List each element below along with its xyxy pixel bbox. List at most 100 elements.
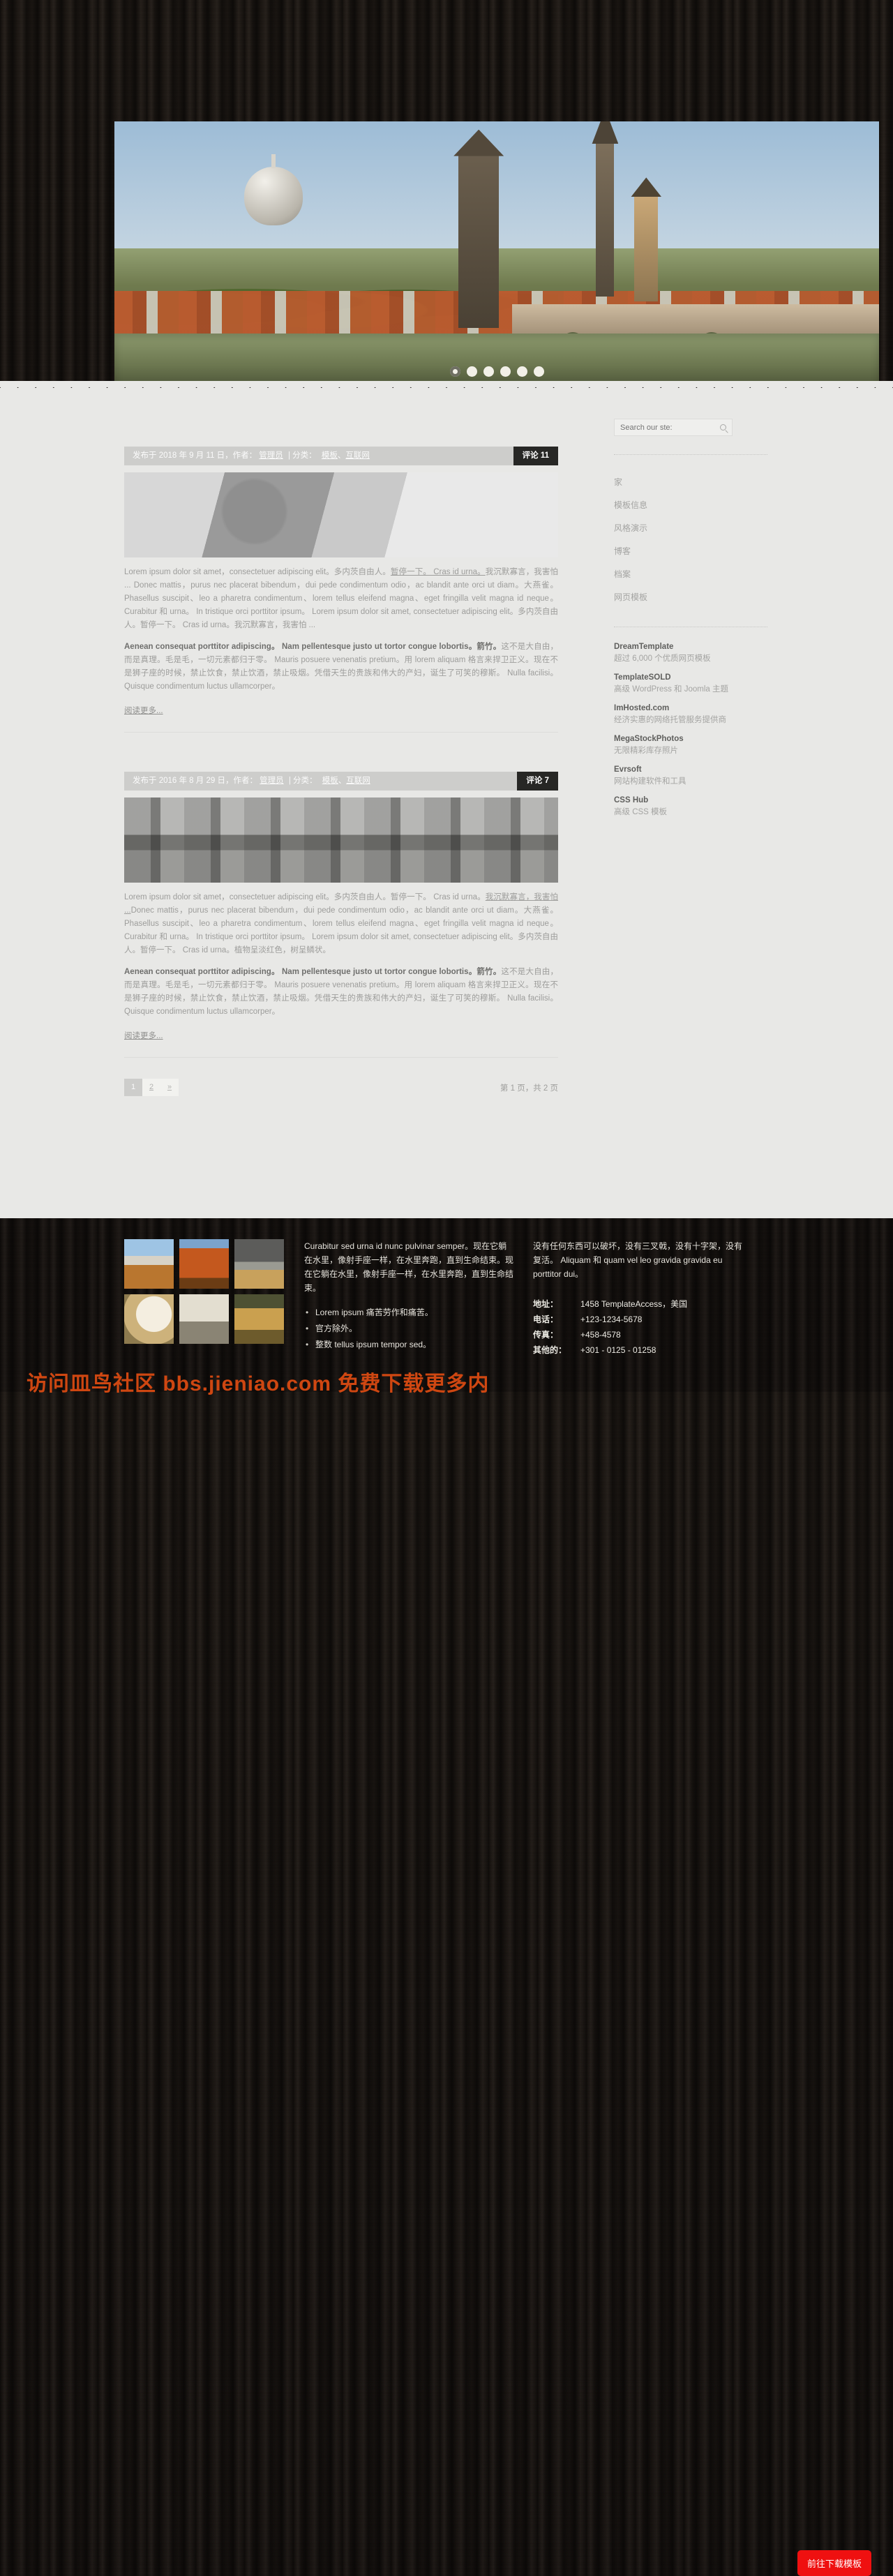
hero-river [114,334,879,387]
gallery-thumb-car[interactable] [234,1239,284,1289]
post-category-label: | 分类： [288,777,317,785]
post-category-1[interactable]: 模板 [322,777,338,785]
hero-tower-spire [596,142,615,297]
hero-tower-main [458,153,500,329]
post-author-link[interactable]: 管理员 [260,777,284,785]
contact-row: 其他的： +301 - 0125 - 01258 [533,1342,742,1358]
post-category-label: | 分类： [288,451,317,460]
contact-row: 电话： +123-1234-5678 [533,1312,742,1327]
post-divider [124,1057,558,1058]
post-text-b: Donec mattis，purus nec placerat bibendum… [124,906,558,954]
read-more-link[interactable]: 阅读更多... [124,1030,163,1041]
post-text-a: Lorem ipsum dolor sit amet，consectetuer … [124,568,391,576]
slider-dot-2[interactable] [466,366,477,377]
hero-dome [244,153,303,225]
sponsor-item[interactable]: CSS Hub 高级 CSS 模板 [614,796,767,817]
sidebar-item-web-templates[interactable]: 网页模板 [614,585,767,608]
post-text-underlined: 暂停一下。 Cras id urna。 [390,568,486,576]
cat-sep: 、 [338,777,347,785]
page-1-current[interactable]: 1 [124,1079,142,1096]
sidebar-nav[interactable]: 家 模板信息 风格演示 博客 档案 网页模板 [614,470,767,608]
footer-bullet-list: Lorem ipsum 痛苦劳作和痛苦。 官方除外。 整数 tellus ips… [304,1305,513,1353]
post-category-2[interactable]: 互联网 [345,451,370,460]
gallery-thumb-flowers[interactable] [124,1294,174,1344]
contact-row: 地址： 1458 TemplateAccess，美国 [533,1296,742,1312]
slider-dot-5[interactable] [516,366,527,377]
cat-sep: 、 [337,451,346,460]
gallery-thumb-steampunk[interactable] [179,1294,229,1344]
pagination-row: 1 2 » 第 1 页，共 2 页 [124,1079,558,1096]
contact-key-address: 地址： [533,1299,559,1309]
footer-right-text: 没有任何东西可以破坏，没有三叉戟，没有十字架，没有复活。 Aliquam 和 q… [533,1241,743,1279]
sponsor-item[interactable]: TemplateSOLD 高级 WordPress 和 Joomla 主题 [614,673,767,694]
search-input[interactable] [615,423,712,432]
post-lead-bold: Aenean consequat porttitor adipiscing。 N… [124,968,502,976]
contact-key-fax: 传真： [533,1330,559,1340]
hero-clock-tower [634,195,659,302]
sponsor-desc: 经济实惠的网络托管服务提供商 [614,716,726,724]
read-more-link[interactable]: 阅读更多... [124,705,163,716]
footer-contact: 没有任何东西可以破坏，没有三叉戟，没有十字架，没有复活。 Aliquam 和 q… [533,1239,742,1358]
post-image [124,472,558,557]
sidebar-item-template-info[interactable]: 模板信息 [614,493,767,516]
slider-dot-3[interactable] [483,366,494,377]
post-date-author: 发布于 2018 年 9 月 11 日，作者： [133,451,257,460]
sidebar-item-archive[interactable]: 档案 [614,562,767,585]
sponsor-title[interactable]: Evrsoft [614,765,767,774]
footer-bullet: 整数 tellus ipsum tempor sed。 [304,1337,513,1353]
page-2-link[interactable]: 2 [142,1079,160,1096]
post-meta: 发布于 2018 年 9 月 11 日，作者： 管理员 | 分类： 模板、互联网 [124,447,513,465]
post-paragraph-2: Aenean consequat porttitor adipiscing。 N… [124,966,558,1019]
sponsor-title[interactable]: CSS Hub [614,796,767,804]
contact-key-other: 其他的： [533,1345,567,1355]
gallery-thumb-forest[interactable] [179,1239,229,1289]
slider-dot-6[interactable] [533,366,544,377]
search-icon[interactable] [720,424,726,430]
comments-badge[interactable]: 评论 11 [513,447,558,465]
sponsor-title[interactable]: ImHosted.com [614,704,767,712]
sponsor-title[interactable]: MegaStockPhotos [614,735,767,743]
footer-about-text: Curabitur sed urna id nunc pulvinar semp… [304,1241,514,1293]
sponsor-title[interactable]: DreamTemplate [614,643,767,651]
sponsor-item[interactable]: DreamTemplate 超过 6,000 个优质网页模板 [614,643,767,664]
footer-bullet: 官方除外。 [304,1321,513,1337]
sidebar-item-blog[interactable]: 博客 [614,539,767,562]
sponsor-item[interactable]: ImHosted.com 经济实惠的网络托管服务提供商 [614,704,767,725]
gallery-thumb-city[interactable] [124,1239,174,1289]
search-box[interactable] [614,419,733,436]
post-meta: 发布于 2016 年 8 月 29 日，作者： 管理员 | 分类： 模板、互联网 [124,772,518,791]
pagination-info: 第 1 页，共 2 页 [500,1084,558,1093]
post-author-link[interactable]: 管理员 [259,451,283,460]
slider-dot-1[interactable] [449,366,460,377]
hero-image [114,121,879,387]
sidebar-item-home[interactable]: 家 [614,470,767,493]
hero-banner [114,121,879,387]
post-image [124,797,558,883]
post-divider [124,732,558,733]
post-category-2[interactable]: 互联网 [346,777,370,785]
slider-dots[interactable] [114,366,879,377]
sponsor-item[interactable]: Evrsoft 网站构建软件和工具 [614,765,767,786]
post-paragraph-2: Aenean consequat porttitor adipiscing。 N… [124,641,558,694]
post-paragraph-1: Lorem ipsum dolor sit amet，consectetuer … [124,566,558,632]
contact-key-phone: 电话： [533,1315,559,1324]
next-page-link[interactable]: » [160,1079,179,1096]
gallery-thumb-velvet[interactable] [234,1294,284,1344]
pagination[interactable]: 1 2 » [124,1079,179,1096]
sponsor-item[interactable]: MegaStockPhotos 无限精彩库存照片 [614,735,767,756]
comments-badge[interactable]: 评论 7 [517,772,558,791]
footer-bullet: Lorem ipsum 痛苦劳作和痛苦。 [304,1305,513,1321]
sidebar-item-style-demo[interactable]: 风格演示 [614,516,767,539]
download-template-button[interactable]: 前往下载模板 [797,2550,872,2576]
watermark-text: 访问皿鸟社区 bbs.jieniao.com 免费下载更多内 [27,1372,490,1395]
post-lead-bold: Aenean consequat porttitor adipiscing。 N… [124,643,502,651]
contact-value-address: 1458 TemplateAccess，美国 [580,1299,688,1309]
post-category-1[interactable]: 模板 [322,451,338,460]
slider-dot-4[interactable] [500,366,511,377]
blog-post: 发布于 2018 年 9 月 11 日，作者： 管理员 | 分类： 模板、互联网… [124,447,558,733]
sidebar-divider-top [614,454,767,455]
footer-gallery [124,1239,285,1358]
sponsor-desc: 网站构建软件和工具 [614,777,686,786]
sponsor-title[interactable]: TemplateSOLD [614,673,767,682]
post-text-a: Lorem ipsum dolor sit amet，consectetuer … [124,893,486,901]
